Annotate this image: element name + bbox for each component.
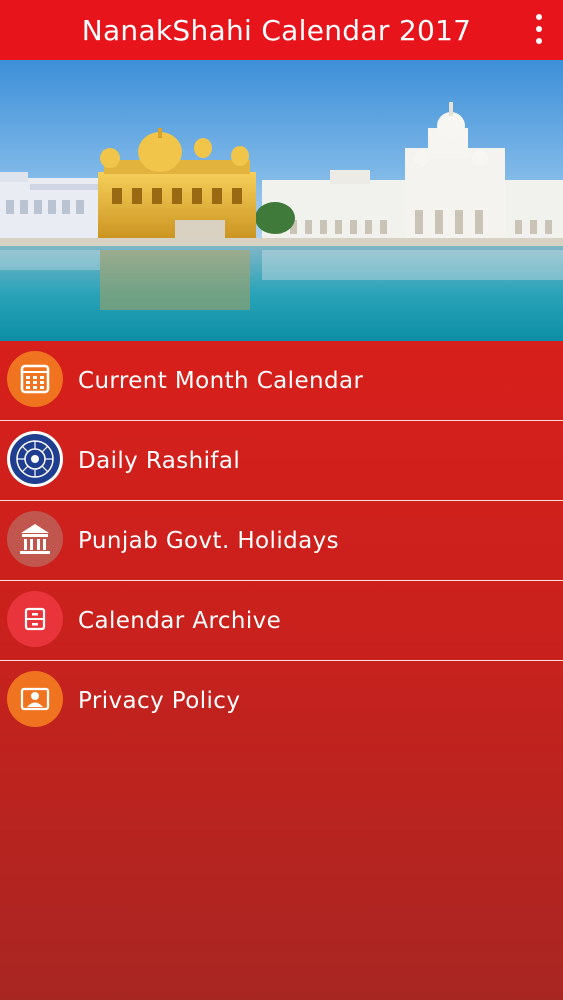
app-bar: NanakShahi Calendar 2017 [0, 0, 563, 60]
menu-item-daily-rashifal[interactable]: Daily Rashifal [0, 421, 563, 501]
menu-item-label: Daily Rashifal [78, 447, 241, 474]
calendar-icon [7, 351, 63, 407]
menu-item-label: Punjab Govt. Holidays [78, 527, 339, 554]
golden-temple-image [0, 60, 563, 341]
more-vertical-icon[interactable] [527, 14, 551, 44]
app-title: NanakShahi Calendar 2017 [81, 13, 472, 47]
menu-item-label: Current Month Calendar [78, 367, 364, 394]
main-menu: Current Month Calendar Daily Rashifal Pu… [0, 341, 563, 1000]
menu-item-label: Privacy Policy [78, 687, 241, 714]
menu-item-label: Calendar Archive [78, 607, 282, 634]
app-screen: NanakShahi Calendar 2017 Current Month C… [0, 0, 563, 1000]
menu-item-current-month-calendar[interactable]: Current Month Calendar [0, 341, 563, 421]
government-building-icon [7, 511, 63, 567]
contact-card-icon [7, 671, 63, 727]
menu-item-punjab-govt-holidays[interactable]: Punjab Govt. Holidays [0, 501, 563, 581]
menu-item-privacy-policy[interactable]: Privacy Policy [0, 661, 563, 740]
zodiac-wheel-icon [7, 431, 63, 487]
archive-icon [7, 591, 63, 647]
menu-item-calendar-archive[interactable]: Calendar Archive [0, 581, 563, 661]
